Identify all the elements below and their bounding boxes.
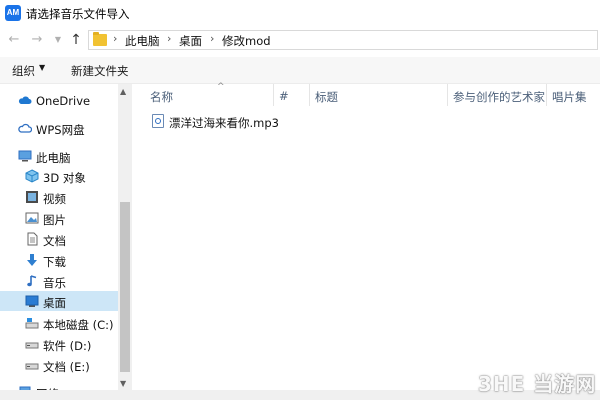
column-header-album[interactable]: 唱片集 xyxy=(546,84,600,106)
documents-icon xyxy=(27,232,38,246)
app-logo-icon: AM xyxy=(5,5,21,21)
download-icon xyxy=(27,254,37,266)
nav-item-drive-d[interactable]: 软件 (D:) xyxy=(0,334,118,354)
up-arrow-icon[interactable]: ↑ xyxy=(67,31,85,49)
nav-item-videos[interactable]: 视频 xyxy=(0,187,118,207)
nav-item-label: 音乐 xyxy=(43,276,66,290)
computer-icon xyxy=(18,150,32,162)
nav-item-label: 文档 (E:) xyxy=(43,360,90,374)
video-icon xyxy=(26,191,38,203)
organize-chevron-down-icon[interactable]: ▼ xyxy=(39,63,45,72)
nav-item-label: 图片 xyxy=(43,213,66,227)
file-row[interactable]: 漂洋过海来看你.mp3 xyxy=(152,112,452,132)
nav-item-label: OneDrive xyxy=(36,94,91,108)
nav-item-documents[interactable]: 文档 xyxy=(0,229,118,249)
desktop-icon xyxy=(25,295,39,307)
nav-item-onedrive[interactable]: OneDrive xyxy=(0,90,118,110)
breadcrumb-separator: › xyxy=(167,32,172,45)
nav-pane-scrollbar[interactable]: ▲ ▼ xyxy=(118,84,132,390)
drive-icon xyxy=(25,363,39,370)
nav-item-label: 3D 对象 xyxy=(43,171,86,185)
column-header-title[interactable]: 标题 xyxy=(309,84,449,106)
watermark: 3HE 当游网 xyxy=(478,372,597,396)
breadcrumb-this-pc[interactable]: 此电脑 xyxy=(125,33,160,49)
breadcrumb-desktop[interactable]: 桌面 xyxy=(179,33,202,49)
new-folder-button[interactable]: 新建文件夹 xyxy=(71,63,129,79)
breadcrumb-separator: › xyxy=(210,32,215,45)
recent-locations-chevron-icon[interactable]: ▼ xyxy=(49,31,67,49)
drive-c-icon xyxy=(25,318,39,329)
back-arrow-icon[interactable]: ← xyxy=(5,31,23,49)
music-icon xyxy=(27,275,37,287)
title-bar: AM 请选择音乐文件导入 xyxy=(0,0,600,26)
nav-item-music[interactable]: 音乐 xyxy=(0,271,118,291)
forward-arrow-icon[interactable]: → xyxy=(28,31,46,49)
column-header-name[interactable]: ^ 名称 xyxy=(144,82,278,106)
nav-item-wps-cloud[interactable]: WPS网盘 xyxy=(0,118,118,138)
window-title: 请选择音乐文件导入 xyxy=(26,7,130,21)
nav-item-pictures[interactable]: 图片 xyxy=(0,208,118,228)
nav-item-this-pc[interactable]: 此电脑 xyxy=(0,146,118,166)
nav-item-3d-objects[interactable]: 3D 对象 xyxy=(0,166,118,186)
nav-item-label: 文档 xyxy=(43,234,66,248)
nav-item-label: WPS网盘 xyxy=(36,123,85,137)
nav-item-downloads[interactable]: 下载 xyxy=(0,250,118,270)
file-list: ^ 名称 # 标题 参与创作的艺术家 唱片集 漂洋过海来看你.mp3 xyxy=(132,82,600,390)
column-header-contributing-artists[interactable]: 参与创作的艺术家 xyxy=(447,84,549,106)
command-toolbar: 组织 ▼ 新建文件夹 xyxy=(0,57,600,84)
breadcrumb-mod-folder[interactable]: 修改mod xyxy=(222,33,271,49)
scroll-up-arrow-icon[interactable]: ▲ xyxy=(120,87,126,96)
navigation-pane: OneDrive WPS网盘 此电脑 3D 对象 视频 图片 文档 下载 音乐 … xyxy=(0,84,118,401)
address-bar[interactable]: › 此电脑 › 桌面 › 修改mod xyxy=(88,30,598,50)
nav-item-label: 视频 xyxy=(43,192,66,206)
column-header-number[interactable]: # xyxy=(273,84,309,106)
scrollbar-thumb[interactable] xyxy=(120,202,130,372)
drive-icon xyxy=(25,342,39,349)
file-name: 漂洋过海来看你.mp3 xyxy=(169,116,279,130)
nav-item-label: 此电脑 xyxy=(36,151,71,165)
cloud-icon xyxy=(18,123,32,133)
breadcrumb-separator: › xyxy=(113,32,118,45)
nav-item-label: 下载 xyxy=(43,255,66,269)
nav-item-drive-e[interactable]: 文档 (E:) xyxy=(0,355,118,375)
nav-item-desktop[interactable]: 桌面 xyxy=(0,291,118,311)
address-row: ← → ▼ ↑ › 此电脑 › 桌面 › 修改mod xyxy=(0,26,600,54)
sort-ascending-icon: ^ xyxy=(217,82,225,92)
nav-item-label: 软件 (D:) xyxy=(43,339,92,353)
nav-item-drive-c[interactable]: 本地磁盘 (C:) xyxy=(0,313,118,333)
nav-item-label: 桌面 xyxy=(43,296,66,310)
folder-icon xyxy=(93,32,107,46)
3d-objects-icon xyxy=(25,169,39,183)
scroll-down-arrow-icon[interactable]: ▼ xyxy=(120,379,126,388)
organize-button[interactable]: 组织 xyxy=(12,63,35,79)
pictures-icon xyxy=(25,212,39,224)
audio-file-icon xyxy=(152,114,164,128)
nav-item-label: 本地磁盘 (C:) xyxy=(43,318,114,332)
onedrive-icon xyxy=(18,96,32,104)
